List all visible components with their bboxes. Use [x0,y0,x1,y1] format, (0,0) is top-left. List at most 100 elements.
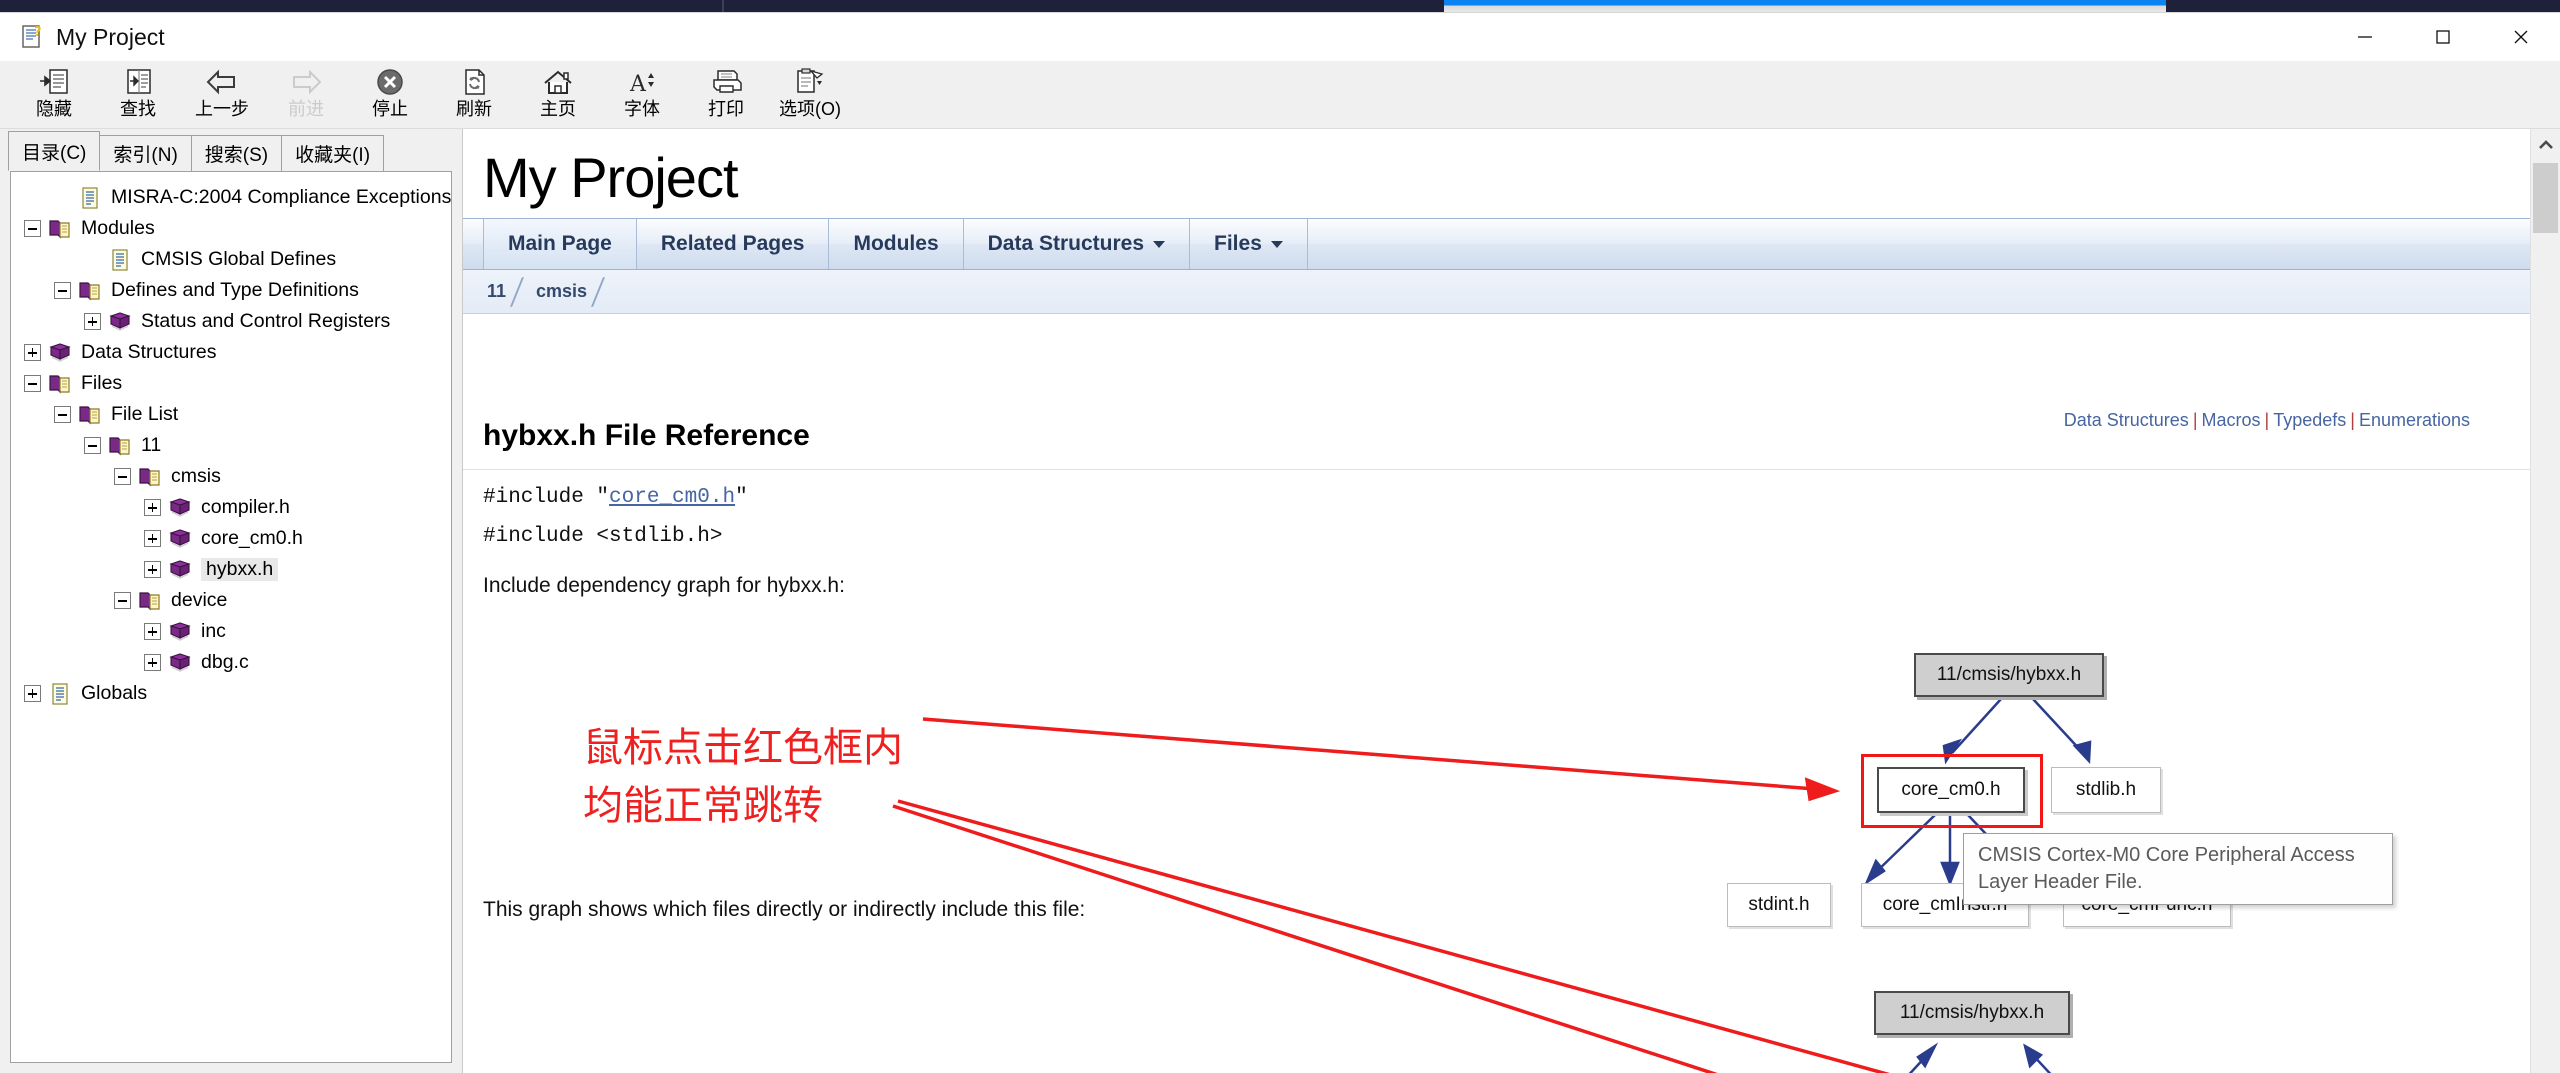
breadcrumb-item-11[interactable]: 11 [483,281,510,302]
jump-link-data-structures[interactable]: Data Structures [2064,410,2189,430]
tab-contents[interactable]: 目录(C) [8,131,101,171]
expand-plus-icon[interactable] [21,683,43,705]
book-open-icon [77,279,103,303]
tree-root: MISRA-C:2004 Compliance Exceptions Module… [11,172,451,709]
tree-twisty-spacer [51,187,73,209]
collapse-minus-icon[interactable] [81,435,103,457]
graph-node-stdlib[interactable]: stdlib.h [2051,767,2161,813]
window-title: My Project [56,23,165,50]
tree-item-label: hybxx.h [201,557,279,582]
scroll-up-button[interactable] [2531,129,2560,161]
tree-item-cmsis-global-defines[interactable]: CMSIS Global Defines [11,244,451,275]
tree-item-modules[interactable]: Modules [11,213,451,244]
maximize-button[interactable] [2404,13,2482,61]
separator: | [2264,410,2270,430]
expand-plus-icon[interactable] [141,497,163,519]
node-label: stdlib.h [2075,779,2137,800]
tab-label: Related Pages [660,232,805,255]
tab-index[interactable]: 索引(N) [99,135,192,171]
doxygen-tab-bar: Main Page Related Pages Modules Data Str… [463,218,2560,270]
toolbar-button-back[interactable]: 上一步 [180,61,264,127]
toolbar-button-refresh[interactable]: 刷新 [432,61,516,127]
tree-item-label: core_cm0.h [201,526,303,549]
graph-node-core-cm0[interactable]: core_cm0.h [1877,767,2025,813]
chevron-down-icon [1270,240,1283,248]
toolbar-label: 刷新 [456,99,492,119]
navigation-pane: 目录(C) 索引(N) 搜索(S) 收藏夹(I) MISRA-C:2004 Co… [0,129,462,1073]
jump-link-typedefs[interactable]: Typedefs [2273,410,2346,430]
tab-files[interactable]: Files [1190,219,1308,269]
tab-main-page[interactable]: Main Page [483,219,637,269]
toolbar-label: 打印 [708,99,744,119]
find-icon [122,65,154,99]
include-suffix: " [735,486,748,509]
tree-item-label: inc [201,619,226,642]
expand-plus-icon[interactable] [141,621,163,643]
taskbar-active-window[interactable] [1444,0,2166,12]
collapse-minus-icon[interactable] [51,404,73,426]
navigation-tabs: 目录(C) 索引(N) 搜索(S) 收藏夹(I) [0,129,462,171]
tab-modules[interactable]: Modules [829,219,964,269]
toolbar-button-print[interactable]: 打印 [684,61,768,127]
toolbar-button-stop[interactable]: 停止 [348,61,432,127]
annotation-line-1: 鼠标点击红色框内 [583,725,903,771]
tree-item-inc[interactable]: inc [11,616,451,647]
tree-item-misra-c-2004-compliance-exceptions[interactable]: MISRA-C:2004 Compliance Exceptions [11,182,451,213]
svg-text:?: ? [34,25,42,40]
tree-item-files[interactable]: Files [11,368,451,399]
graph-node-hybxx-root[interactable]: 11/cmsis/hybxx.h [1914,653,2104,697]
tree-item-hybxx-h[interactable]: hybxx.h [11,554,451,585]
body-split: 目录(C) 索引(N) 搜索(S) 收藏夹(I) MISRA-C:2004 Co… [0,129,2560,1073]
tree-item-defines-and-type-definitions[interactable]: Defines and Type Definitions [11,275,451,306]
tree-item-label: 11 [141,433,162,456]
breadcrumb-separator-icon [591,275,613,309]
tree-item-status-and-control-registers[interactable]: Status and Control Registers [11,306,451,337]
tree-item-cmsis[interactable]: cmsis [11,461,451,492]
toolbar-button-hide[interactable]: 隐藏 [12,61,96,127]
collapse-minus-icon[interactable] [111,466,133,488]
tree-item-file-list[interactable]: File List [11,399,451,430]
collapse-minus-icon[interactable] [51,280,73,302]
expand-plus-icon[interactable] [81,311,103,333]
tree-item-label: cmsis [171,464,221,487]
stop-icon [374,65,406,99]
tree-item-globals[interactable]: Globals [11,678,451,709]
expand-plus-icon[interactable] [141,559,163,581]
tree-item-compiler-h[interactable]: compiler.h [11,492,451,523]
expand-plus-icon[interactable] [141,652,163,674]
vertical-scrollbar[interactable] [2530,129,2560,1073]
graph2-node-hybxx-root[interactable]: 11/cmsis/hybxx.h [1874,991,2070,1035]
tree-item-dbg-c[interactable]: dbg.c [11,647,451,678]
tree-item-label: Modules [81,216,155,239]
collapse-minus-icon[interactable] [111,590,133,612]
desktop-taskbar-strip [0,0,2560,12]
toolbar-button-home[interactable]: 主页 [516,61,600,127]
toolbar-button-font[interactable]: A 字体 [600,61,684,127]
include-link-core-cm0[interactable]: core_cm0.h [609,486,735,509]
collapse-minus-icon[interactable] [21,218,43,240]
tab-search[interactable]: 搜索(S) [190,135,283,171]
collapse-minus-icon[interactable] [21,373,43,395]
close-button[interactable] [2482,13,2560,61]
breadcrumb-item-cmsis[interactable]: cmsis [532,281,591,302]
expand-plus-icon[interactable] [21,342,43,364]
scrollbar-thumb[interactable] [2533,163,2558,233]
tab-related-pages[interactable]: Related Pages [637,219,830,269]
minimize-button[interactable] [2326,13,2404,61]
tree-item-11[interactable]: 11 [11,430,451,461]
jump-link-macros[interactable]: Macros [2202,410,2261,430]
toolbar-button-options[interactable]: 选项(O) [768,61,852,127]
graph-node-stdint[interactable]: stdint.h [1727,883,1831,927]
jump-link-enumerations[interactable]: Enumerations [2359,410,2470,430]
toolbar-button-forward[interactable]: 前进 [264,61,348,127]
project-title: My Project [483,146,739,209]
toolbar-button-find[interactable]: 查找 [96,61,180,127]
tree-item-data-structures[interactable]: Data Structures [11,337,451,368]
tab-favorites[interactable]: 收藏夹(I) [281,135,385,171]
contents-tree[interactable]: MISRA-C:2004 Compliance Exceptions Module… [10,171,452,1063]
tree-item-core-cm0-h[interactable]: core_cm0.h [11,523,451,554]
tree-item-device[interactable]: device [11,585,451,616]
tab-data-structures[interactable]: Data Structures [964,219,1191,269]
expand-plus-icon[interactable] [141,528,163,550]
tab-label: Data Structures [987,232,1145,255]
